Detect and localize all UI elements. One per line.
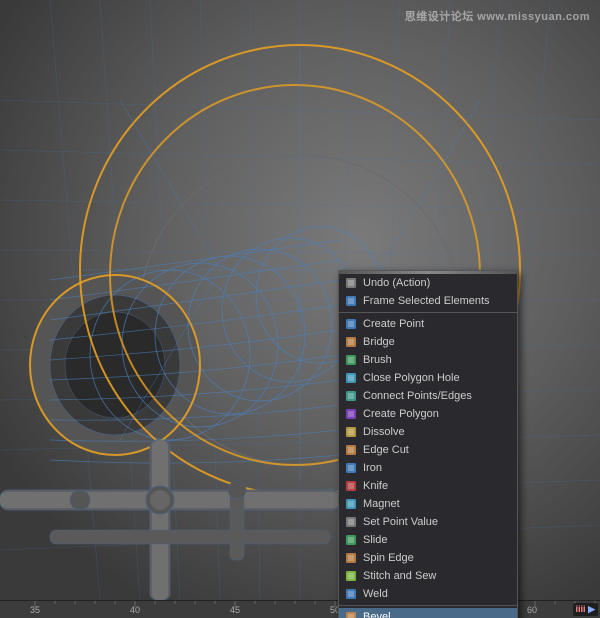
iron-icon (343, 461, 359, 475)
slide-label: Slide (363, 534, 387, 546)
set-point-value-label: Set Point Value (363, 516, 438, 528)
magnet-icon (343, 497, 359, 511)
menu-item-dissolve[interactable]: Dissolve (339, 423, 517, 441)
bridge-label: Bridge (363, 336, 395, 348)
slide-icon (343, 533, 359, 547)
menu-item-iron[interactable]: Iron (339, 459, 517, 477)
menu-item-magnet[interactable]: Magnet (339, 495, 517, 513)
bevel-icon (343, 610, 359, 618)
menu-item-set-point-value[interactable]: Set Point Value (339, 513, 517, 531)
undo-label: Undo (Action) (363, 277, 430, 289)
weld-icon (343, 587, 359, 601)
menu-item-slide[interactable]: Slide (339, 531, 517, 549)
set-point-value-icon (343, 515, 359, 529)
connect-points-icon (343, 389, 359, 403)
stitch-sew-label: Stitch and Sew (363, 570, 436, 582)
weld-label: Weld (363, 588, 388, 600)
close-polygon-icon (343, 371, 359, 385)
iron-label: Iron (363, 462, 382, 474)
brush-label: Brush (363, 354, 392, 366)
menu-item-bridge[interactable]: Bridge (339, 333, 517, 351)
dissolve-label: Dissolve (363, 426, 405, 438)
menu-item-create-point[interactable]: Create Point (339, 315, 517, 333)
context-menu: Undo (Action) Frame Selected Elements Cr… (338, 270, 518, 618)
menu-item-connect-points[interactable]: Connect Points/Edges (339, 387, 517, 405)
3d-viewport[interactable]: 思维设计论坛 www.missyuan.com Undo (Action) Fr… (0, 0, 600, 618)
create-polygon-label: Create Polygon (363, 408, 439, 420)
dissolve-icon (343, 425, 359, 439)
menu-item-frame[interactable]: Frame Selected Elements (339, 292, 517, 310)
menu-item-stitch-sew[interactable]: Stitch and Sew (339, 567, 517, 585)
corner-logo: iiii ▶ (573, 603, 598, 616)
menu-item-bevel[interactable]: Bevel (339, 608, 517, 618)
watermark: 思维设计论坛 www.missyuan.com (405, 8, 590, 24)
frame-label: Frame Selected Elements (363, 295, 490, 307)
stitch-sew-icon (343, 569, 359, 583)
menu-items-list: Undo (Action) Frame Selected Elements Cr… (339, 274, 517, 618)
menu-divider (339, 605, 517, 606)
bridge-icon (343, 335, 359, 349)
close-polygon-label: Close Polygon Hole (363, 372, 460, 384)
menu-item-undo[interactable]: Undo (Action) (339, 274, 517, 292)
menu-item-spin-edge[interactable]: Spin Edge (339, 549, 517, 567)
brush-icon (343, 353, 359, 367)
menu-item-create-polygon[interactable]: Create Polygon (339, 405, 517, 423)
menu-divider (339, 312, 517, 313)
menu-item-brush[interactable]: Brush (339, 351, 517, 369)
spin-edge-label: Spin Edge (363, 552, 414, 564)
edge-cut-icon (343, 443, 359, 457)
edge-cut-label: Edge Cut (363, 444, 409, 456)
menu-item-close-polygon[interactable]: Close Polygon Hole (339, 369, 517, 387)
create-point-icon (343, 317, 359, 331)
spin-edge-icon (343, 551, 359, 565)
knife-icon (343, 479, 359, 493)
undo-icon (343, 276, 359, 290)
knife-label: Knife (363, 480, 388, 492)
create-point-label: Create Point (363, 318, 424, 330)
menu-item-edge-cut[interactable]: Edge Cut (339, 441, 517, 459)
create-polygon-icon (343, 407, 359, 421)
bevel-label: Bevel (363, 611, 391, 618)
connect-points-label: Connect Points/Edges (363, 390, 472, 402)
magnet-label: Magnet (363, 498, 400, 510)
frame-icon (343, 294, 359, 308)
menu-item-weld[interactable]: Weld (339, 585, 517, 603)
menu-item-knife[interactable]: Knife (339, 477, 517, 495)
